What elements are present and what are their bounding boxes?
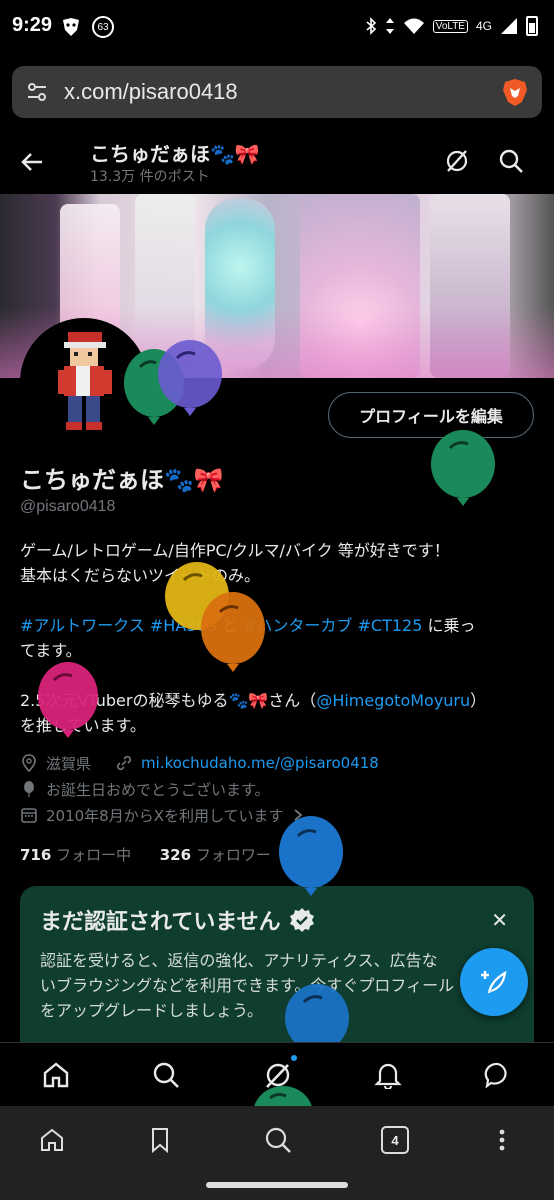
compose-post-icon — [481, 970, 507, 994]
browser-toolbar: x.com/pisaro0418 — [0, 56, 554, 130]
balloon-decoration — [253, 1086, 313, 1108]
balloon-decoration — [431, 430, 495, 506]
header-name: こちゅだぁほ🐾🎀 — [90, 142, 260, 166]
hashtag-link[interactable]: #CT125 — [357, 616, 422, 635]
link-icon — [116, 755, 132, 771]
home-icon[interactable] — [42, 1061, 70, 1089]
bluetooth-icon — [366, 17, 376, 35]
bookmark-icon[interactable] — [146, 1126, 174, 1154]
balloon-decoration — [158, 340, 222, 416]
status-bar: 9:29 63 VoLTE 4G — [0, 0, 554, 56]
status-right-icons: VoLTE 4G — [365, 16, 538, 36]
tune-icon[interactable] — [26, 81, 48, 103]
followers-label: フォロワー — [195, 846, 271, 864]
volte-badge: VoLTE — [432, 19, 468, 33]
hashtag-link[interactable]: #アルトワークス — [20, 616, 145, 635]
back-arrow-icon[interactable] — [18, 148, 46, 176]
tabs-button[interactable]: 4 — [381, 1126, 409, 1154]
website[interactable]: mi.kochudaho.me/@pisaro0418 — [115, 754, 379, 772]
messages-icon[interactable] — [484, 1061, 512, 1089]
brave-lion-icon[interactable] — [500, 77, 530, 107]
search-icon[interactable] — [152, 1061, 180, 1089]
address-bar[interactable]: x.com/pisaro0418 — [12, 66, 542, 118]
profile-handle: @pisaro0418 — [20, 498, 116, 515]
balloon-decoration — [201, 592, 265, 672]
verification-title-text: まだ認証されていません — [40, 910, 281, 935]
verification-body-line: いブラウジングなどを利用できます。今すぐプロフィール — [40, 976, 455, 995]
data-arrows-icon — [385, 18, 394, 34]
following-count: 716 — [20, 846, 52, 864]
more-menu-icon[interactable] — [488, 1126, 516, 1154]
grok-icon[interactable] — [444, 148, 470, 174]
followers-count: 326 — [159, 846, 192, 864]
verification-body-line: をアップグレードしましょう。 — [40, 1001, 264, 1020]
app-notification-icon — [63, 18, 79, 36]
following-link[interactable]: 716 フォロー中 — [20, 846, 131, 864]
signal-icon — [501, 18, 517, 34]
verification-body: 認証を受けると、返信の強化、アナリティクス、広告な いブラウジングなどを利用でき… — [40, 948, 520, 1023]
profile-header: こちゅだぁほ🐾🎀 13.3万 件のポスト — [0, 130, 554, 194]
location: 滋賀県 — [20, 753, 91, 774]
header-post-count: 13.3万 件のポスト — [90, 169, 210, 185]
wifi-icon — [403, 18, 424, 34]
home-indicator[interactable] — [206, 1182, 348, 1188]
verified-badge-icon — [289, 908, 314, 932]
calendar-icon — [21, 808, 37, 823]
search-icon[interactable] — [498, 148, 524, 174]
browser-home-icon[interactable] — [38, 1126, 66, 1154]
status-time: 9:29 — [12, 14, 53, 36]
balloon-icon — [24, 781, 34, 797]
verification-body-line: 認証を受けると、返信の強化、アナリティクス、広告な — [40, 951, 438, 970]
joined-text: 2010年8月からXを利用しています — [46, 806, 284, 825]
verification-title: まだ認証されていません — [40, 904, 315, 936]
browser-search-icon[interactable] — [264, 1126, 292, 1154]
bio-text: ） — [470, 691, 487, 710]
close-icon[interactable]: ✕ — [491, 908, 508, 932]
bio-line: 基本はくだらないツイートのみ。 — [20, 566, 261, 585]
status-left-icons: 63 — [60, 16, 114, 38]
url-text[interactable]: x.com/pisaro0418 — [64, 79, 500, 105]
followers-link[interactable]: 326 フォロワー — [160, 846, 271, 864]
profile-display-name: こちゅだぁほ🐾🎀 — [20, 466, 224, 494]
location-text: 滋賀県 — [46, 754, 92, 773]
bio-text: に乗っ — [422, 616, 476, 635]
meta-row: 滋賀県 mi.kochudaho.me/@pisaro0418 — [20, 750, 540, 776]
new-indicator-dot — [291, 1055, 297, 1061]
birthday-text: お誕生日おめでとうございます。 — [46, 780, 270, 799]
location-pin-icon — [22, 754, 36, 772]
bio-line: ゲーム/レトロゲーム/自作PC/クルマ/バイク 等が好きです！ — [20, 541, 450, 560]
network-type: 4G — [475, 19, 492, 33]
battery-icon — [526, 16, 538, 36]
bio-line: #アルトワークス #HA36S と #ハンターカブ #CT125 に乗っ — [20, 613, 540, 638]
website-link[interactable]: mi.kochudaho.me/@pisaro0418 — [141, 754, 379, 772]
following-label: フォロー中 — [56, 846, 132, 864]
balloon-decoration — [279, 816, 343, 896]
follow-stats: 716 フォロー中 326 フォロワー — [20, 844, 271, 865]
notification-count-badge: 63 — [92, 16, 114, 38]
balloon-decoration — [38, 662, 98, 738]
notifications-bell-icon[interactable] — [374, 1061, 402, 1089]
meta-row: お誕生日おめでとうございます。 — [20, 776, 540, 802]
compose-post-button[interactable] — [460, 948, 528, 1016]
mention-link[interactable]: @HimegotoMoyuru — [316, 691, 470, 710]
